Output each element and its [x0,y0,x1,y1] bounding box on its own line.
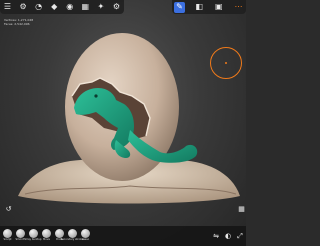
settings-icon[interactable]: ⚙ [18,2,29,13]
bottom-right-tools: ⇋ ◐ ⤢ [212,232,244,240]
undo-icon[interactable]: ↺ [4,205,13,214]
tool-clay-buildup[interactable]: Clay buildup [25,228,42,244]
object-icon[interactable]: ◆ [49,2,60,13]
cube-icon[interactable]: ▣ [213,2,224,13]
history-icon[interactable]: ◔ [33,2,44,13]
top-left-toolbar: ☰ ⚙ ◔ ◆ ◉ ▦ ✦ ⚙ [0,0,124,14]
eraser-icon[interactable]: ◧ [194,2,205,13]
mask-icon[interactable]: ◐ [224,232,232,240]
camera-icon[interactable]: ◉ [64,2,75,13]
tool-move[interactable]: Move [41,228,52,244]
tool-smooth[interactable]: Smooth [15,228,26,244]
brush-cursor [210,47,242,79]
move-icon [42,229,51,238]
scene-3d [18,33,240,204]
sculpt-viewport[interactable]: Vertices: 1,271,048 Faces: 2,542,096 [0,0,246,246]
tool-lasso[interactable]: Lasso [80,228,91,244]
more-icon[interactable]: ⋯ [233,2,244,13]
brush-center-dot [225,62,227,64]
grid-icon[interactable]: ▦ [80,2,91,13]
brush-icon[interactable]: ✎ [174,1,185,13]
fullscreen-icon[interactable]: ⤢ [236,232,244,240]
smooth-icon [16,229,25,238]
secondary-icon [68,229,77,238]
symmetry-icon[interactable]: ⇋ [212,232,220,240]
clay-icon [29,229,38,238]
gear-icon[interactable]: ⚙ [111,2,122,13]
tool-sculpt[interactable]: Sculpt [2,228,13,244]
tools-icon[interactable]: ✦ [95,2,106,13]
top-right-toolbar: ✎ ◧ ▣ ⋯ [172,0,246,14]
mesh-info-line2: Faces: 2,542,096 [4,22,30,26]
tool-draw[interactable]: Draw [54,228,65,244]
mesh-info: Vertices: 1,271,048 Faces: 2,542,096 [4,18,33,26]
dino-eye [94,94,98,98]
grid-toggle-icon[interactable]: ▦ [237,205,246,214]
layers-icon[interactable]: ☰ [2,2,13,13]
sculpt-icon [3,229,12,238]
tool-secondary-strokes[interactable]: Secondary strokes [61,228,84,244]
bottom-toolbar: Sculpt Smooth Clay buildup Move Draw Sec… [0,226,246,246]
lasso-icon [81,229,90,238]
draw-icon [55,229,64,238]
brush-tools: Sculpt Smooth Clay buildup Move Draw Sec… [2,228,91,244]
